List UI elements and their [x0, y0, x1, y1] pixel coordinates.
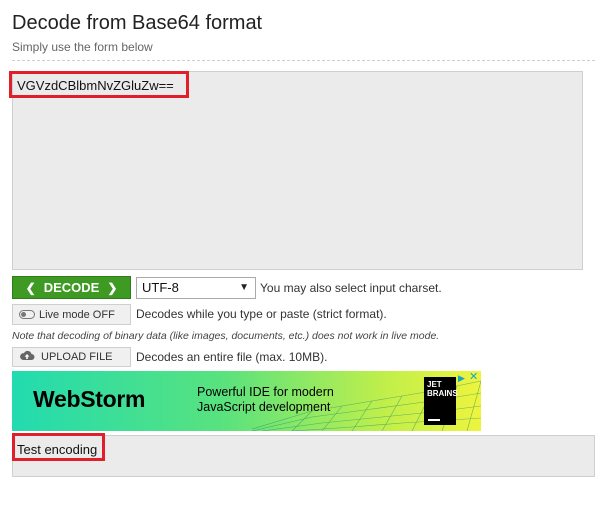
- cloud-upload-icon: [19, 350, 35, 364]
- charset-select[interactable]: UTF-8 ▼: [136, 277, 256, 299]
- toggle-icon: [19, 310, 35, 319]
- jetbrains-logo-bar: [428, 419, 440, 421]
- close-icon[interactable]: ✕: [469, 372, 479, 383]
- page-subtitle: Simply use the form below: [12, 40, 153, 54]
- upload-file-label: UPLOAD FILE: [41, 351, 113, 363]
- ad-tagline-line2: JavaScript development: [197, 400, 331, 414]
- upload-note: Decodes an entire file (max. 10MB).: [136, 350, 328, 364]
- jetbrains-logo-line1: JET: [427, 380, 442, 389]
- chevron-right-icon: ❯: [107, 280, 118, 295]
- live-mode-label: Live mode OFF: [39, 308, 115, 321]
- chevron-left-icon: ❮: [25, 280, 36, 295]
- upload-file-button[interactable]: UPLOAD FILE: [12, 347, 131, 367]
- ad-tagline: Powerful IDE for modern JavaScript devel…: [197, 385, 334, 415]
- divider: [12, 60, 595, 61]
- live-mode-note: Decodes while you type or paste (strict …: [136, 307, 387, 321]
- ad-tagline-line1: Powerful IDE for modern: [197, 385, 334, 399]
- page-title: Decode from Base64 format: [12, 12, 263, 34]
- ad-brand-name: WebStorm: [33, 386, 146, 412]
- charset-selected-value: UTF-8: [142, 280, 179, 295]
- advertisement-banner[interactable]: WebStorm Powerful IDE for modern JavaScr…: [12, 371, 481, 431]
- charset-note: You may also select input charset.: [260, 281, 442, 295]
- binary-data-note: Note that decoding of binary data (like …: [12, 330, 440, 342]
- output-highlight-box: [12, 433, 105, 461]
- input-highlight-box: [9, 71, 189, 98]
- input-textarea[interactable]: VGVzdCBlbmNvZGluZw==: [12, 71, 583, 270]
- jetbrains-logo: JET BRAINS: [424, 377, 458, 425]
- jetbrains-logo-line2: BRAINS: [427, 389, 458, 398]
- live-mode-toggle[interactable]: Live mode OFF: [12, 304, 131, 325]
- decode-button[interactable]: ❮ DECODE ❯: [12, 276, 131, 299]
- decode-button-label: DECODE: [43, 280, 100, 295]
- dropdown-arrow-icon: ▼: [239, 282, 249, 293]
- ad-choices-icon[interactable]: ▶: [458, 373, 468, 383]
